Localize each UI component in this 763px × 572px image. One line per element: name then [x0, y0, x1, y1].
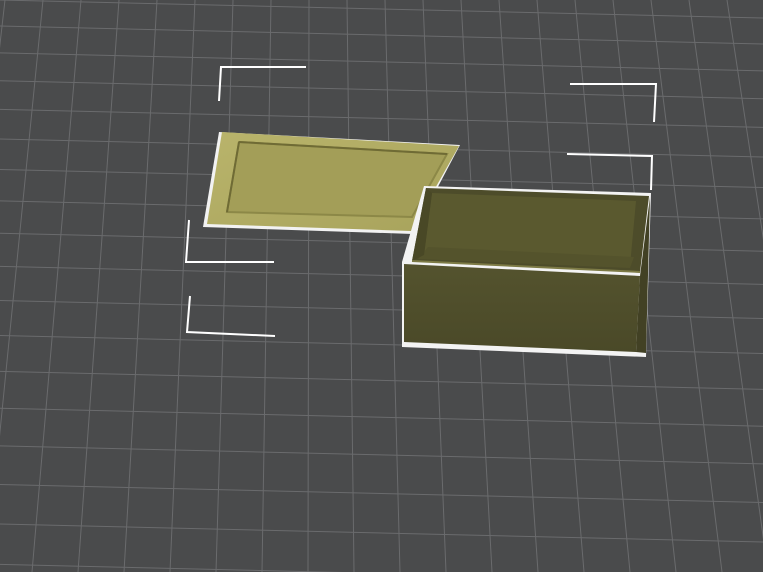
grid-line — [346, 0, 355, 572]
bracket-top-left — [218, 66, 306, 102]
grid-line — [0, 0, 6, 49]
box-front-face — [404, 264, 640, 352]
grid-line — [0, 25, 763, 45]
grid-line — [0, 445, 763, 465]
grid-line — [0, 0, 44, 437]
grid-line — [688, 0, 763, 540]
build-plate-canvas[interactable] — [0, 0, 763, 572]
grid-line — [0, 563, 344, 572]
bracket-top-right — [570, 83, 658, 123]
lid-inner-panel — [225, 140, 449, 219]
grid-line — [0, 523, 763, 543]
grid-line — [0, 0, 763, 19]
grid-line — [169, 0, 196, 572]
grid-line — [261, 0, 272, 572]
grid-line — [123, 0, 158, 572]
grid-line — [0, 484, 763, 503]
grid-line — [384, 0, 401, 572]
grid-line — [0, 407, 763, 427]
grid-line — [0, 300, 763, 319]
build-plate-grid — [0, 0, 763, 572]
grid-line — [650, 0, 723, 572]
grid-line — [307, 0, 310, 572]
box-object[interactable] — [402, 186, 651, 357]
3d-viewport[interactable] — [0, 0, 763, 572]
grid-line — [0, 370, 763, 390]
grid-line — [726, 0, 763, 241]
grid-line — [0, 335, 763, 354]
grid-line — [0, 108, 763, 128]
bracket-bottom-left — [185, 295, 276, 337]
